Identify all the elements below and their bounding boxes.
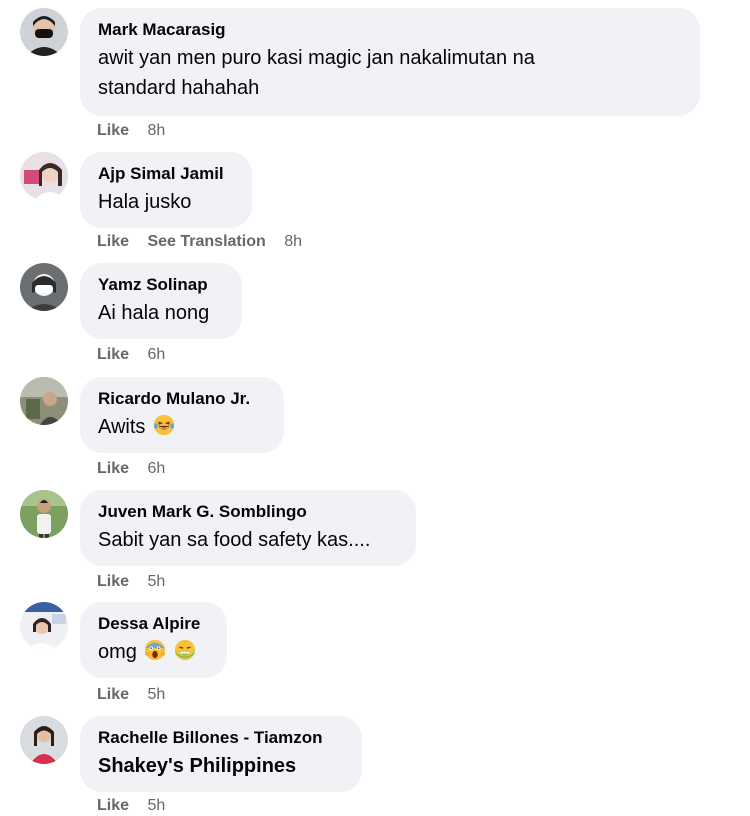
comment-bubble: Mark Macarasig awit yan men puro kasi ma… bbox=[80, 8, 700, 116]
comment-timestamp[interactable]: 8h bbox=[147, 122, 165, 139]
like-button[interactable]: Like bbox=[97, 346, 129, 363]
avatar[interactable] bbox=[20, 8, 68, 56]
comment-text: awit yan men puro kasi magic jan nakalim… bbox=[98, 43, 682, 103]
comment-actions: Like 6h bbox=[97, 459, 165, 479]
comment-text: Hala jusko bbox=[98, 191, 192, 213]
comment-actions: Like See Translation 8h bbox=[97, 232, 302, 252]
comment-text-line: awit yan men puro kasi magic jan nakalim… bbox=[98, 47, 535, 69]
like-button[interactable]: Like bbox=[97, 573, 129, 590]
comment-text: Awits bbox=[98, 412, 266, 442]
comment-bubble: Dessa Alpire omg bbox=[80, 602, 227, 678]
avatar[interactable] bbox=[20, 263, 68, 311]
comment-author[interactable]: Ricardo Mulano Jr. bbox=[98, 388, 266, 410]
comment-text-content: Awits bbox=[98, 416, 146, 438]
comment-text: Sabit yan sa food safety kas.... bbox=[98, 529, 371, 551]
like-button[interactable]: Like bbox=[97, 233, 129, 250]
profile-photo-icon bbox=[20, 716, 68, 764]
comment-timestamp[interactable]: 8h bbox=[284, 233, 302, 250]
comment-author[interactable]: Rachelle Billones - Tiamzon bbox=[98, 727, 344, 749]
comment-bubble: Yamz Solinap Ai hala nong bbox=[80, 263, 242, 339]
laughing-crying-emoji-icon bbox=[153, 414, 175, 436]
avatar[interactable] bbox=[20, 152, 68, 200]
comment-author[interactable]: Mark Macarasig bbox=[98, 19, 682, 41]
comment-timestamp[interactable]: 6h bbox=[147, 460, 165, 477]
comment-timestamp[interactable]: 5h bbox=[147, 573, 165, 590]
comment-actions: Like 5h bbox=[97, 685, 165, 705]
profile-photo-icon bbox=[20, 152, 68, 200]
comment-author[interactable]: Yamz Solinap bbox=[98, 274, 224, 296]
comment-timestamp[interactable]: 6h bbox=[147, 346, 165, 363]
avatar[interactable] bbox=[20, 377, 68, 425]
comment-text: omg bbox=[98, 637, 209, 667]
comment-text-content: omg bbox=[98, 641, 137, 663]
comment-author[interactable]: Dessa Alpire bbox=[98, 613, 209, 635]
avatar[interactable] bbox=[20, 716, 68, 764]
comment-text-line: standard hahahah bbox=[98, 77, 260, 99]
profile-photo-icon bbox=[20, 263, 68, 311]
comment-actions: Like 5h bbox=[97, 796, 165, 816]
like-button[interactable]: Like bbox=[97, 122, 129, 139]
screaming-emoji-icon bbox=[144, 639, 166, 661]
profile-photo-icon bbox=[20, 490, 68, 538]
like-button[interactable]: Like bbox=[97, 686, 129, 703]
comment-bubble: Ajp Simal Jamil Hala jusko bbox=[80, 152, 252, 228]
profile-photo-icon bbox=[20, 8, 68, 56]
see-translation-button[interactable]: See Translation bbox=[147, 233, 265, 250]
comment-bubble: Rachelle Billones - Tiamzon Shakey's Phi… bbox=[80, 716, 362, 792]
like-button[interactable]: Like bbox=[97, 797, 129, 814]
avatar[interactable] bbox=[20, 490, 68, 538]
comment-bubble: Ricardo Mulano Jr. Awits bbox=[80, 377, 284, 453]
like-button[interactable]: Like bbox=[97, 460, 129, 477]
profile-photo-icon bbox=[20, 377, 68, 425]
comment-text: Ai hala nong bbox=[98, 302, 210, 324]
avatar[interactable] bbox=[20, 602, 68, 650]
tagged-page-link[interactable]: Shakey's Philippines bbox=[98, 751, 344, 781]
comment-author[interactable]: Juven Mark G. Somblingo bbox=[98, 501, 398, 523]
comment-timestamp[interactable]: 5h bbox=[147, 797, 165, 814]
nauseated-emoji-icon bbox=[174, 639, 196, 661]
comment-actions: Like 8h bbox=[97, 121, 165, 141]
comment-bubble: Juven Mark G. Somblingo Sabit yan sa foo… bbox=[80, 490, 416, 566]
profile-photo-icon bbox=[20, 602, 68, 650]
comment-author[interactable]: Ajp Simal Jamil bbox=[98, 163, 234, 185]
comment-actions: Like 6h bbox=[97, 345, 165, 365]
comment-actions: Like 5h bbox=[97, 572, 165, 592]
comment-timestamp[interactable]: 5h bbox=[147, 686, 165, 703]
